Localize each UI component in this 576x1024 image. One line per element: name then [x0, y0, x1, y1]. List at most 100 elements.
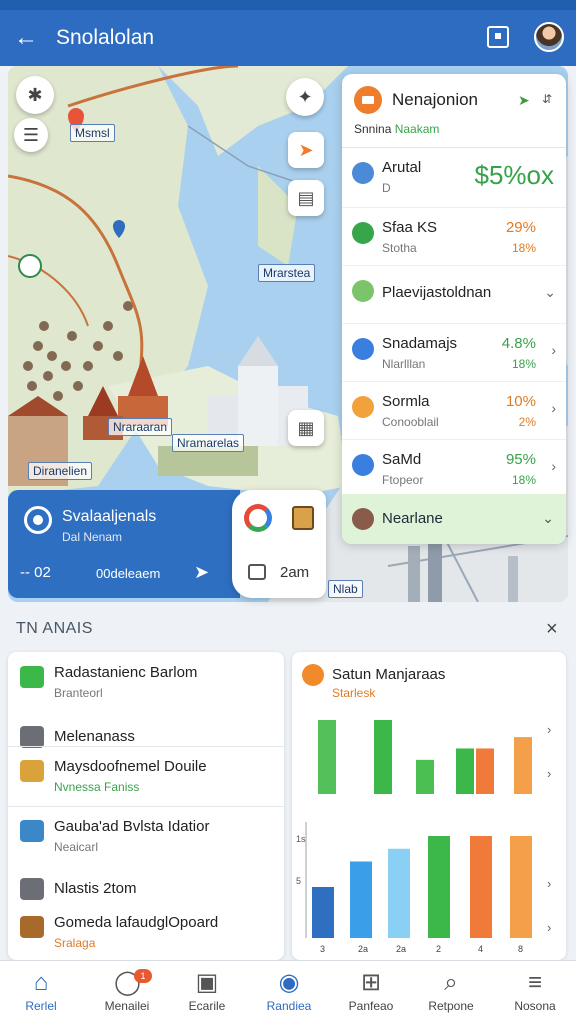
nav-item[interactable]: ⌕ Retpone — [410, 961, 492, 1024]
panel-row[interactable]: Sormla Conooblail 10% 2% › — [342, 382, 566, 440]
compass-icon[interactable]: ✱ — [16, 76, 54, 114]
list-item[interactable]: Gomeda lafaudglOpoard Sralaga — [8, 910, 284, 954]
panel-row[interactable]: SaMd Ftopeor 95% 18% › — [342, 440, 566, 498]
row-value: 95% — [505, 451, 536, 468]
nav-label: Panfeao — [348, 999, 394, 1013]
nav-label: Rerlel — [25, 999, 57, 1013]
calendar-icon[interactable] — [292, 506, 314, 530]
location-icon: ◉ — [278, 969, 300, 996]
y-tick-label: 5 — [296, 876, 301, 886]
upper-bar — [318, 720, 336, 794]
location-distance: -- 02 — [20, 564, 51, 581]
location-sub: Dal Nenam — [62, 530, 123, 544]
navigation-icon[interactable]: ➤ — [518, 92, 530, 109]
list-item[interactable]: Radastanienc Barlom Branteorl — [8, 660, 284, 704]
row-icon — [352, 162, 374, 184]
nav-label: Menailei — [104, 999, 150, 1013]
row-icon — [352, 396, 374, 418]
nav-label: Ecarile — [188, 999, 226, 1013]
panel-row[interactable]: Arutal D $5%ox — [342, 148, 566, 208]
row-value-secondary: 18% — [511, 241, 536, 255]
panel-row[interactable]: Plaevijastoldnan ⌄ — [342, 266, 566, 324]
row-sub: Conooblail — [382, 415, 439, 429]
google-icon[interactable] — [244, 504, 272, 532]
list-item-name: Melenanass — [54, 728, 135, 745]
lower-bar — [470, 836, 492, 938]
row-value-secondary: 18% — [511, 357, 536, 371]
chevron-right-icon[interactable]: › — [551, 400, 556, 416]
list-icon[interactable]: ▤ — [288, 180, 324, 216]
recenter-icon[interactable]: ✦ — [286, 78, 324, 116]
nav-item[interactable]: ◯ Menailei 1 — [86, 961, 168, 1024]
list-item-name: Gomeda lafaudglOpoard — [54, 914, 219, 931]
row-sub: Nlarlllan — [382, 357, 426, 371]
location-title: Svalaaljenals — [62, 508, 157, 525]
list-item[interactable]: Melenanass — [8, 714, 284, 758]
row-sub: Ftopeor — [382, 473, 424, 487]
map-label[interactable]: Nramarelas — [172, 434, 245, 452]
grid-icon: ⊞ — [360, 969, 382, 996]
nav-item[interactable]: ≡ Nosona — [494, 961, 576, 1024]
panel-title: Nenajonion — [392, 90, 479, 109]
row-sub: D — [382, 181, 391, 195]
chevron-right-icon[interactable]: › — [551, 342, 556, 358]
map-label[interactable]: Mrarstea — [258, 264, 316, 282]
list-item-name: Nlastis 2tom — [54, 880, 137, 897]
chevron-right-icon[interactable]: › — [551, 458, 556, 474]
list-item[interactable]: Gauba'ad Bvlsta Idatior Neaicarl — [8, 814, 284, 858]
row-value: 29% — [505, 219, 536, 236]
map-label[interactable]: Nraraaran — [108, 418, 173, 436]
divider — [8, 746, 284, 747]
list-item-icon — [20, 666, 44, 688]
bottom-nav: ⌂ Rerlel ◯ Menailei 1 ▣ Ecarile ◉ Randiea ⊞ Panfea… — [0, 960, 576, 1024]
x-tick-label: 4 — [478, 944, 483, 954]
list-item[interactable]: Maysdoofnemel Douile Nvnessa Faniss — [8, 754, 284, 798]
row-name: Plaevijastoldnan — [382, 284, 492, 301]
travel-time: 2am — [280, 564, 310, 581]
upper-bar — [514, 737, 532, 794]
panel-row[interactable]: Sfaa KS Stotha 29% 18% — [342, 208, 566, 266]
map-frame-icon[interactable]: ▦ — [288, 410, 324, 446]
row-value-secondary: 18% — [511, 473, 536, 487]
row-value: 10% — [505, 393, 536, 410]
list-item-sub: Sralaga — [54, 936, 96, 950]
chevron-down-icon[interactable]: ⌄ — [544, 284, 556, 301]
status-bar — [0, 0, 576, 10]
map-label[interactable]: Diranelien — [28, 462, 93, 480]
search-icon: ⌕ — [444, 969, 458, 996]
back-arrow-icon[interactable]: ← — [14, 25, 40, 51]
lower-bar — [510, 836, 532, 938]
list-item[interactable]: Nlastis 2tom — [8, 866, 284, 910]
nav-item[interactable]: ◉ Randiea — [248, 961, 330, 1024]
x-tick-label: 3 — [320, 944, 325, 954]
direction-icon[interactable]: ➤ — [288, 132, 324, 168]
layers-icon[interactable]: ☰ — [14, 118, 48, 152]
y-tick-label: 1s — [296, 834, 306, 844]
location-card[interactable]: Svalaaljenals Dal Nenam -- 02 00deleaem … — [8, 490, 240, 598]
avatar[interactable] — [534, 22, 564, 52]
panel-logo-icon — [354, 86, 382, 114]
map-label[interactable]: Msmsl — [70, 124, 115, 142]
navigate-icon[interactable]: ➤ — [194, 562, 209, 583]
chevron-down-icon[interactable]: ⌄ — [542, 510, 554, 527]
footer-icon — [352, 508, 374, 530]
lower-bar — [388, 848, 410, 938]
map-label[interactable]: Nlab — [328, 580, 363, 598]
nav-label: Retpone — [428, 999, 474, 1013]
clipboard-icon[interactable] — [487, 26, 509, 48]
row-value: $5%ox — [474, 160, 555, 190]
sort-icon[interactable]: ⇵ — [542, 92, 552, 106]
close-icon[interactable]: × — [546, 618, 558, 641]
nav-item[interactable]: ⊞ Panfeao — [330, 961, 412, 1024]
nav-item[interactable]: ⌂ Rerlel — [0, 961, 82, 1024]
app-bar: ← Snolalolan — [0, 10, 576, 66]
panel-footer[interactable]: Nearlane ⌄ — [342, 494, 566, 544]
bus-icon[interactable] — [248, 564, 266, 580]
chart-card: Satun Manjaraas Starlesk › › › › 5 1s 3 2a 2… — [292, 652, 566, 960]
panel-row[interactable]: Snadamajs Nlarlllan 4.8% 18% › — [342, 324, 566, 382]
list-item-icon — [20, 726, 44, 748]
list-item-sub: Neaicarl — [54, 840, 99, 854]
list-item-icon — [20, 916, 44, 938]
row-name: Arutal — [382, 159, 422, 176]
nav-item[interactable]: ▣ Ecarile — [166, 961, 248, 1024]
